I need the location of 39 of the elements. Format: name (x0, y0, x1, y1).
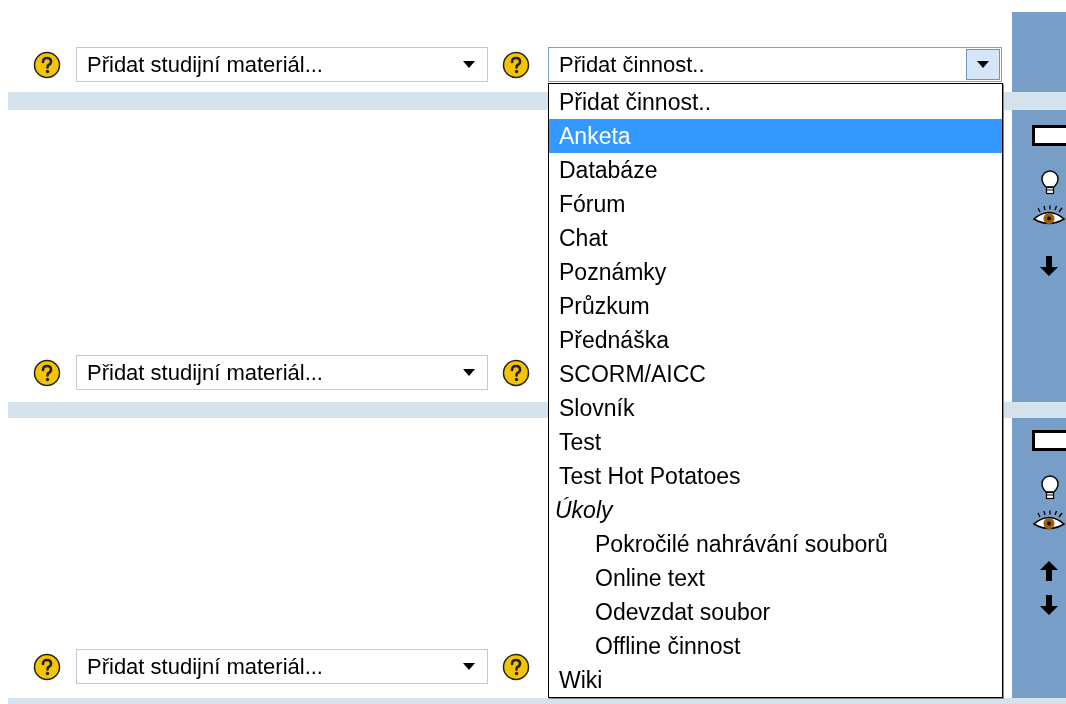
lightbulb-icon[interactable] (1040, 170, 1060, 196)
resource-select[interactable]: Přidat studijní materiál... (76, 355, 488, 390)
help-icon[interactable] (33, 652, 61, 681)
dropdown-option[interactable]: Fórum (549, 187, 1002, 221)
resource-select[interactable]: Přidat studijní materiál... (76, 47, 488, 82)
help-icon[interactable] (502, 50, 530, 79)
dropdown-option[interactable]: Offline činnost (549, 629, 1002, 663)
down-arrow-icon[interactable] (1040, 256, 1058, 276)
lightbulb-icon[interactable] (1040, 475, 1060, 501)
dropdown-option[interactable]: Test (549, 425, 1002, 459)
dropdown-option[interactable]: Databáze (549, 153, 1002, 187)
checkbox-icon[interactable] (1032, 125, 1066, 146)
dropdown-option[interactable]: Poznámky (549, 255, 1002, 289)
dropdown-button[interactable] (966, 49, 1000, 80)
dropdown-option[interactable]: Pokročilé nahrávání souborů (549, 527, 1002, 561)
dropdown-option[interactable]: Online text (549, 561, 1002, 595)
caret-icon (463, 369, 475, 376)
option-group-label: Úkoly (554, 495, 615, 525)
activity-select[interactable]: Přidat činnost.. (548, 47, 1002, 82)
dropdown-option[interactable]: Slovník (549, 391, 1002, 425)
dropdown-option[interactable]: Přidat činnost.. (549, 85, 1002, 119)
help-icon[interactable] (33, 358, 61, 387)
dropdown-option[interactable]: Wiki (549, 663, 1002, 697)
caret-icon (463, 663, 475, 670)
dropdown-option[interactable]: SCORM/AICC (549, 357, 1002, 391)
caret-icon (977, 61, 989, 68)
dropdown-option[interactable]: Test Hot Potatoes (549, 459, 1002, 493)
dropdown-option[interactable]: Průzkum (549, 289, 1002, 323)
down-arrow-icon[interactable] (1040, 595, 1058, 615)
up-arrow-icon[interactable] (1040, 561, 1058, 581)
help-icon[interactable] (502, 358, 530, 387)
dropdown-option[interactable]: Přednáška (549, 323, 1002, 357)
dropdown-option[interactable]: Chat (549, 221, 1002, 255)
checkbox-icon[interactable] (1032, 430, 1066, 451)
caret-icon (463, 61, 475, 68)
help-icon[interactable] (502, 652, 530, 681)
dropdown-option[interactable]: Odevzdat soubor (549, 595, 1002, 629)
help-icon[interactable] (33, 50, 61, 79)
resource-select[interactable]: Přidat studijní materiál... (76, 649, 488, 684)
